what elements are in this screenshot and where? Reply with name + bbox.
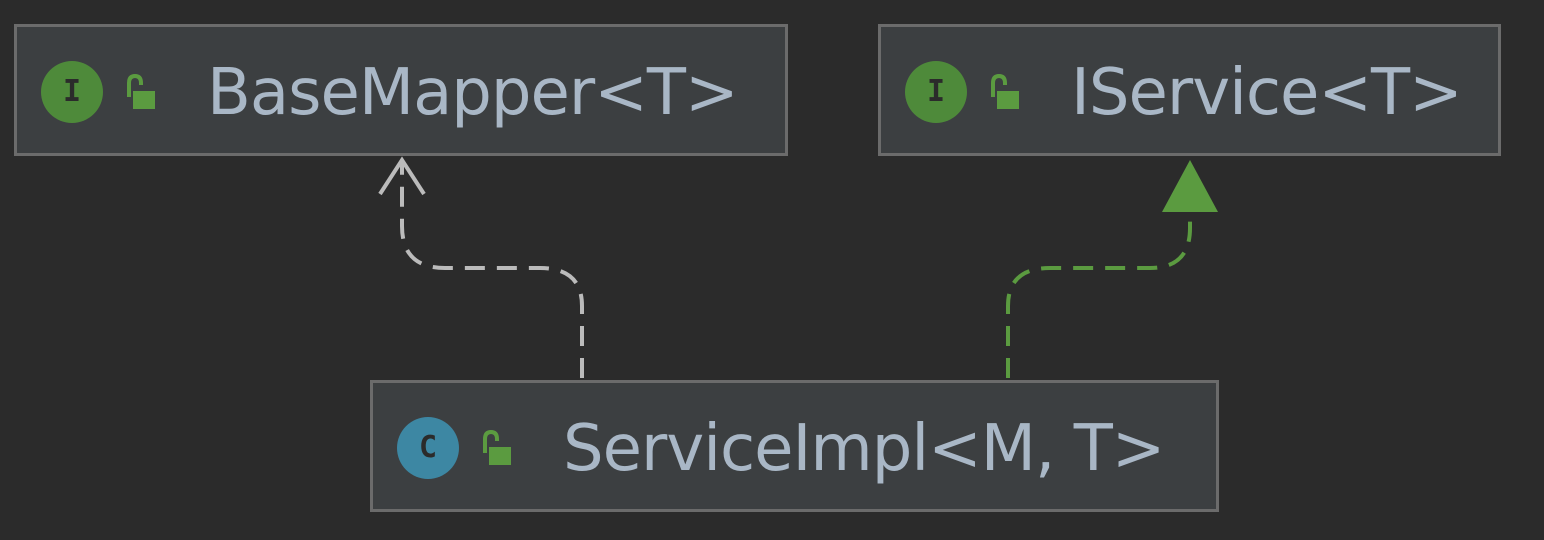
node-label-iservice: IService<T>: [1071, 56, 1463, 130]
node-serviceimpl[interactable]: C ServiceImpl<M, T>: [370, 380, 1219, 512]
interface-badge-icon: I: [41, 61, 103, 123]
node-iservice[interactable]: I IService<T>: [878, 24, 1501, 156]
public-unlocked-lock-icon: [483, 429, 511, 465]
realization-edge-serviceimpl-iservice: [1006, 212, 1192, 378]
node-basemapper[interactable]: I BaseMapper<T>: [14, 24, 788, 156]
class-badge-icon: C: [397, 417, 459, 479]
uml-diagram-canvas: I BaseMapper<T> I IService<T> C ServiceI…: [0, 0, 1544, 540]
realization-triangle-arrowhead: [1162, 160, 1218, 212]
dependency-edge-serviceimpl-basemapper: [400, 160, 584, 378]
public-unlocked-lock-icon: [991, 73, 1019, 109]
node-label-serviceimpl: ServiceImpl<M, T>: [563, 412, 1165, 486]
node-label-basemapper: BaseMapper<T>: [207, 56, 739, 130]
interface-badge-icon: I: [905, 61, 967, 123]
public-unlocked-lock-icon: [127, 73, 155, 109]
